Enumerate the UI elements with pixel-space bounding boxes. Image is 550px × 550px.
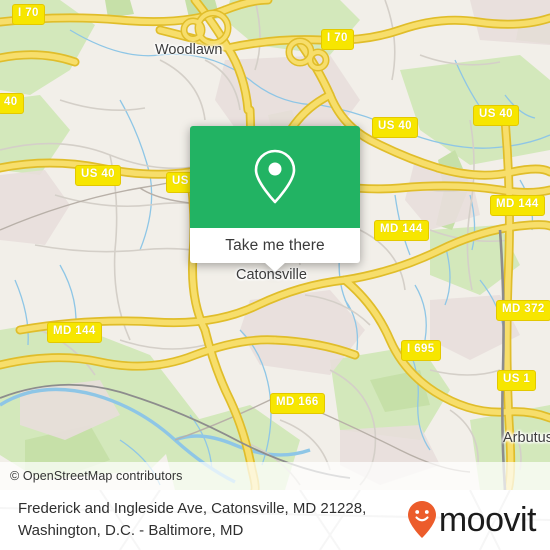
place-label-woodlawn: Woodlawn [155, 42, 223, 58]
highway-shield-us40-west[interactable]: US 40 [75, 165, 121, 186]
highway-shield-us40-mid[interactable]: US 40 [372, 117, 418, 138]
moovit-map-screen: Woodlawn Catonsville Arbutus I 70 I 70 4… [0, 0, 550, 550]
location-title: Frederick and Ingleside Ave, Catonsville… [18, 498, 366, 542]
take-me-there-button[interactable]: Take me there [190, 228, 360, 263]
highway-shield-i70-north[interactable]: I 70 [321, 29, 354, 50]
highway-shield-md144-west[interactable]: MD 144 [47, 322, 102, 343]
highway-shield-i70-west[interactable]: I 70 [12, 4, 45, 25]
map-pin-icon [254, 149, 296, 204]
osm-attribution-text[interactable]: © OpenStreetMap contributors [0, 469, 183, 483]
highway-shield-40[interactable]: 40 [0, 93, 24, 114]
highway-shield-md372[interactable]: MD 372 [496, 300, 550, 321]
footer-bar: Frederick and Ingleside Ave, Catonsville… [0, 490, 550, 550]
map-attribution-bar: © OpenStreetMap contributors [0, 462, 550, 490]
destination-popup-card[interactable]: Take me there [190, 126, 360, 272]
moovit-smiley-pin-icon [407, 501, 436, 538]
highway-shield-i695[interactable]: I 695 [401, 340, 441, 361]
highway-shield-md144-mid[interactable]: MD 144 [374, 220, 429, 241]
highway-shield-md166[interactable]: MD 166 [270, 393, 325, 414]
moovit-wordmark: moovit [438, 501, 537, 539]
highway-shield-us1[interactable]: US 1 [497, 370, 537, 391]
highway-shield-md144-east[interactable]: MD 144 [490, 195, 545, 216]
location-title-line2: Washington, D.C. - Baltimore, MD [18, 522, 244, 539]
take-me-there-label: Take me there [225, 236, 325, 254]
location-title-line1: Frederick and Ingleside Ave, Catonsville… [18, 500, 367, 518]
popup-media-area [190, 126, 360, 228]
map-canvas[interactable]: Woodlawn Catonsville Arbutus I 70 I 70 4… [0, 0, 550, 490]
highway-shield-us40-east[interactable]: US 40 [473, 105, 519, 126]
place-label-arbutus: Arbutus [503, 430, 550, 446]
moovit-logo[interactable]: moovit [407, 500, 537, 540]
popup-pointer-tail [264, 262, 286, 272]
